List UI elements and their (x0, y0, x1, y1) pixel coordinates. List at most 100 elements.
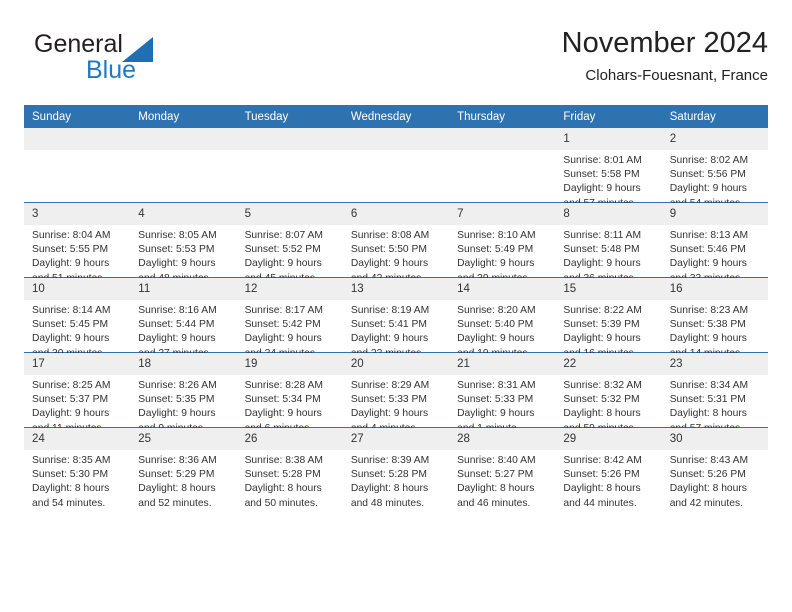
calendar-week-row: 1 Sunrise: 8:01 AM Sunset: 5:58 PM Daylight… (24, 128, 768, 209)
sunrise-time: Sunrise: 8:25 AM (32, 380, 111, 391)
day-number (130, 128, 237, 150)
calendar-day-cell[interactable]: 25 Sunrise: 8:36 AM Sunset: 5:29 PM Dayligh… (130, 427, 237, 509)
day-cell-inner: 27 Sunrise: 8:39 AM Sunset: 5:28 PM Dayligh… (342, 428, 450, 509)
sunrise-time: Sunrise: 8:04 AM (32, 230, 111, 241)
brand-logo[interactable]: General Blue (24, 26, 254, 90)
sunset-time: Sunset: 5:27 PM (457, 469, 534, 481)
calendar-day-cell[interactable]: 5 Sunrise: 8:07 AM Sunset: 5:52 PM Daylight… (236, 202, 343, 284)
daylight-duration-line2: and 44 minutes. (563, 497, 637, 509)
calendar-day-cell-empty (24, 128, 131, 203)
day-cell-inner: 11 Sunrise: 8:16 AM Sunset: 5:44 PM Dayligh… (130, 278, 237, 359)
daylight-duration-line2: and 50 minutes. (244, 497, 318, 509)
day-number: 5 (236, 203, 343, 225)
sunrise-time: Sunrise: 8:40 AM (457, 455, 536, 466)
sunrise-time: Sunrise: 8:42 AM (563, 455, 642, 466)
sunrise-time: Sunrise: 8:23 AM (669, 305, 749, 316)
calendar-day-cell[interactable]: 17 Sunrise: 8:25 AM Sunset: 5:37 PM Dayligh… (24, 352, 131, 434)
calendar-day-cell[interactable]: 18 Sunrise: 8:26 AM Sunset: 5:35 PM Dayligh… (130, 352, 237, 434)
day-cell-inner: 22 Sunrise: 8:32 AM Sunset: 5:32 PM Dayligh… (555, 353, 662, 434)
daylight-duration-line1: Daylight: 9 hours (244, 333, 322, 345)
sunset-time: Sunset: 5:41 PM (350, 319, 427, 331)
day-cell-inner: 1 Sunrise: 8:01 AM Sunset: 5:58 PM Daylight… (555, 128, 662, 209)
calendar-day-cell[interactable]: 9 Sunrise: 8:13 AM Sunset: 5:46 PM Daylight… (661, 202, 768, 284)
day-sun-info: Sunrise: 8:19 AM Sunset: 5:41 PM Daylight:… (343, 300, 449, 361)
calendar-day-cell[interactable]: 19 Sunrise: 8:28 AM Sunset: 5:34 PM Dayligh… (236, 352, 343, 434)
day-number: 11 (130, 278, 237, 300)
daylight-duration-line1: Daylight: 9 hours (457, 258, 535, 270)
sunset-time: Sunset: 5:31 PM (669, 394, 746, 406)
calendar-page: General Blue November 2024 Clohars-Foues… (0, 0, 792, 612)
day-cell-inner: 30 Sunrise: 8:43 AM Sunset: 5:26 PM Dayligh… (661, 428, 768, 509)
day-number: 22 (555, 353, 662, 375)
sunrise-time: Sunrise: 8:39 AM (350, 455, 430, 466)
weekday-header-friday: Friday (555, 105, 662, 128)
sunset-time: Sunset: 5:35 PM (138, 394, 215, 406)
calendar-day-cell[interactable]: 14 Sunrise: 8:20 AM Sunset: 5:40 PM Dayligh… (449, 277, 556, 359)
calendar-day-cell[interactable]: 8 Sunrise: 8:11 AM Sunset: 5:48 PM Daylight… (555, 202, 662, 284)
daylight-duration-line1: Daylight: 8 hours (350, 483, 429, 495)
daylight-duration-line1: Daylight: 8 hours (563, 408, 641, 420)
calendar-day-cell[interactable]: 13 Sunrise: 8:19 AM Sunset: 5:41 PM Dayligh… (342, 277, 450, 359)
daylight-duration-line1: Daylight: 8 hours (457, 483, 535, 495)
day-cell-inner: 9 Sunrise: 8:13 AM Sunset: 5:46 PM Daylight… (661, 203, 768, 284)
day-cell-inner: 19 Sunrise: 8:28 AM Sunset: 5:34 PM Dayligh… (236, 353, 343, 434)
daylight-duration-line1: Daylight: 9 hours (32, 258, 110, 270)
calendar-day-cell[interactable]: 24 Sunrise: 8:35 AM Sunset: 5:30 PM Dayligh… (24, 427, 131, 509)
calendar-day-cell[interactable]: 30 Sunrise: 8:43 AM Sunset: 5:26 PM Dayligh… (661, 427, 768, 509)
calendar-day-cell[interactable]: 10 Sunrise: 8:14 AM Sunset: 5:45 PM Dayligh… (24, 277, 131, 359)
location-subtitle: Clohars-Fouesnant, France (585, 67, 768, 84)
page-title: November 2024 (561, 27, 768, 59)
day-cell-inner: 26 Sunrise: 8:38 AM Sunset: 5:28 PM Dayligh… (236, 428, 343, 509)
day-cell-inner: 13 Sunrise: 8:19 AM Sunset: 5:41 PM Dayligh… (342, 278, 450, 359)
daylight-duration-line1: Daylight: 9 hours (244, 408, 322, 420)
day-sun-info: Sunrise: 8:22 AM Sunset: 5:39 PM Daylight:… (555, 300, 661, 361)
calendar-day-cell[interactable]: 12 Sunrise: 8:17 AM Sunset: 5:42 PM Dayligh… (236, 277, 343, 359)
daylight-duration-line2: and 54 minutes. (32, 497, 106, 509)
calendar-day-cell[interactable]: 3 Sunrise: 8:04 AM Sunset: 5:55 PM Daylight… (24, 202, 131, 284)
day-cell-inner: 21 Sunrise: 8:31 AM Sunset: 5:33 PM Dayligh… (449, 353, 556, 434)
calendar-day-cell[interactable]: 29 Sunrise: 8:42 AM Sunset: 5:26 PM Dayligh… (555, 427, 662, 509)
calendar-week-row: 17 Sunrise: 8:25 AM Sunset: 5:37 PM Dayligh… (24, 352, 768, 434)
sunset-time: Sunset: 5:56 PM (669, 169, 746, 181)
day-number: 8 (555, 203, 662, 225)
day-sun-info: Sunrise: 8:14 AM Sunset: 5:45 PM Daylight:… (24, 300, 130, 361)
day-cell-inner: 23 Sunrise: 8:34 AM Sunset: 5:31 PM Dayligh… (661, 353, 768, 434)
calendar-day-cell[interactable]: 7 Sunrise: 8:10 AM Sunset: 5:49 PM Daylight… (449, 202, 556, 284)
daylight-duration-line1: Daylight: 9 hours (669, 333, 747, 345)
sunrise-time: Sunrise: 8:13 AM (669, 230, 749, 241)
calendar-day-cell[interactable]: 11 Sunrise: 8:16 AM Sunset: 5:44 PM Dayligh… (130, 277, 237, 359)
calendar-day-cell[interactable]: 22 Sunrise: 8:32 AM Sunset: 5:32 PM Dayligh… (555, 352, 662, 434)
calendar-day-cell[interactable]: 2 Sunrise: 8:02 AM Sunset: 5:56 PM Daylight… (661, 128, 768, 209)
weekday-header-wednesday: Wednesday (342, 105, 450, 128)
calendar-day-cell[interactable]: 27 Sunrise: 8:39 AM Sunset: 5:28 PM Dayligh… (342, 427, 450, 509)
day-cell-inner: 6 Sunrise: 8:08 AM Sunset: 5:50 PM Daylight… (342, 203, 450, 284)
calendar-day-cell[interactable]: 20 Sunrise: 8:29 AM Sunset: 5:33 PM Dayligh… (342, 352, 450, 434)
calendar-day-cell[interactable]: 21 Sunrise: 8:31 AM Sunset: 5:33 PM Dayligh… (449, 352, 556, 434)
sunrise-time: Sunrise: 8:20 AM (457, 305, 536, 316)
brand-name-general: General (34, 30, 123, 58)
calendar-day-cell[interactable]: 1 Sunrise: 8:01 AM Sunset: 5:58 PM Daylight… (555, 128, 662, 209)
day-sun-info: Sunrise: 8:02 AM Sunset: 5:56 PM Daylight:… (662, 150, 768, 211)
sunrise-time: Sunrise: 8:01 AM (563, 155, 642, 166)
calendar-day-cell[interactable]: 4 Sunrise: 8:05 AM Sunset: 5:53 PM Daylight… (130, 202, 237, 284)
calendar-day-cell[interactable]: 28 Sunrise: 8:40 AM Sunset: 5:27 PM Dayligh… (449, 427, 556, 509)
calendar-day-cell[interactable]: 26 Sunrise: 8:38 AM Sunset: 5:28 PM Dayligh… (236, 427, 343, 509)
day-number: 19 (236, 353, 343, 375)
calendar-day-cell[interactable]: 23 Sunrise: 8:34 AM Sunset: 5:31 PM Dayligh… (661, 352, 768, 434)
day-cell-inner: 28 Sunrise: 8:40 AM Sunset: 5:27 PM Dayligh… (449, 428, 556, 509)
calendar-day-cell[interactable]: 16 Sunrise: 8:23 AM Sunset: 5:38 PM Dayligh… (661, 277, 768, 359)
day-sun-info: Sunrise: 8:05 AM Sunset: 5:53 PM Daylight:… (130, 225, 236, 286)
daylight-duration-line1: Daylight: 9 hours (350, 408, 429, 420)
calendar-day-cell[interactable]: 6 Sunrise: 8:08 AM Sunset: 5:50 PM Daylight… (342, 202, 450, 284)
sunrise-time: Sunrise: 8:22 AM (563, 305, 642, 316)
calendar-day-cell[interactable]: 15 Sunrise: 8:22 AM Sunset: 5:39 PM Dayligh… (555, 277, 662, 359)
daylight-duration-line1: Daylight: 9 hours (32, 408, 110, 420)
day-number: 3 (24, 203, 131, 225)
daylight-duration-line1: Daylight: 9 hours (457, 333, 535, 345)
daylight-duration-line1: Daylight: 8 hours (138, 483, 216, 495)
sunset-time: Sunset: 5:34 PM (244, 394, 321, 406)
day-number: 4 (130, 203, 237, 225)
day-number: 25 (130, 428, 237, 450)
day-cell-inner: 14 Sunrise: 8:20 AM Sunset: 5:40 PM Dayligh… (449, 278, 556, 359)
sunrise-time: Sunrise: 8:07 AM (244, 230, 323, 241)
